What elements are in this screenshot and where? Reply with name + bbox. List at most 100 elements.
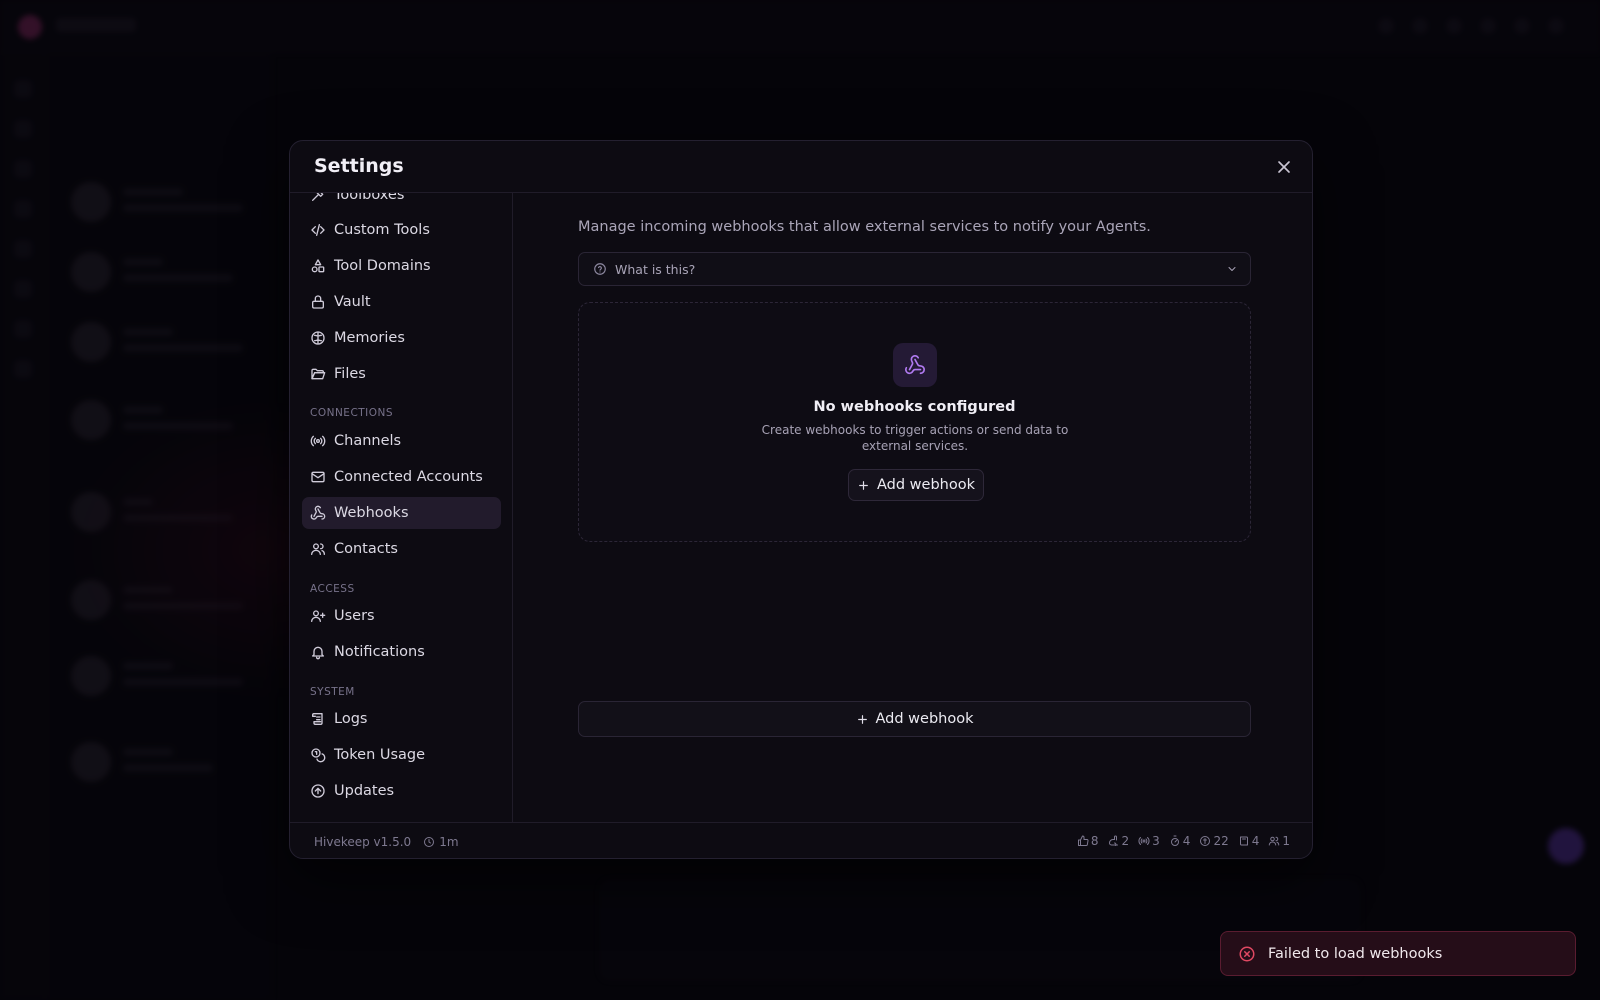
empty-state-icon-tile bbox=[893, 343, 937, 387]
sidebar-item-label: Files bbox=[334, 366, 366, 382]
empty-state-title: No webhooks configured bbox=[813, 399, 1016, 415]
stat-item: 8 bbox=[1077, 834, 1099, 848]
sidebar-item-vault[interactable]: Vault bbox=[302, 286, 501, 318]
sidebar-item-label: Notifications bbox=[334, 644, 425, 660]
stat-value: 8 bbox=[1090, 834, 1099, 848]
stat-value: 1 bbox=[1282, 834, 1290, 848]
stat-item: 3 bbox=[1138, 834, 1160, 848]
stat-item: 4 bbox=[1238, 834, 1260, 848]
help-circle-icon bbox=[593, 262, 607, 276]
stat-item: 22 bbox=[1199, 834, 1229, 848]
webhook-icon bbox=[310, 505, 326, 521]
sidebar-item-tool-domains[interactable]: Tool Domains bbox=[302, 250, 501, 282]
add-webhook-button[interactable]: Add webhook bbox=[848, 469, 984, 501]
version-label: Hivekeep v1.5.0 bbox=[314, 834, 412, 849]
webhook-icon bbox=[905, 355, 925, 375]
arrow-up-circle-icon bbox=[310, 783, 326, 799]
stat-value: 4 bbox=[1182, 834, 1191, 848]
sidebar-item-label: Token Usage bbox=[334, 747, 426, 763]
sidebar-item-label: Contacts bbox=[334, 541, 398, 557]
mail-icon bbox=[310, 469, 326, 485]
sidebar-item-memories[interactable]: Memories bbox=[302, 322, 501, 354]
sidebar-item-token-usage[interactable]: Token Usage bbox=[302, 739, 501, 771]
book-icon bbox=[1239, 836, 1248, 846]
sidebar-item-label: Logs bbox=[334, 711, 368, 727]
sidebar-item-notifications[interactable]: Notifications bbox=[302, 636, 501, 668]
sidebar-item-custom-tools[interactable]: Custom Tools bbox=[302, 214, 501, 246]
add-webhook-label: Add webhook bbox=[877, 477, 975, 493]
sidebar-item-channels[interactable]: Channels bbox=[302, 425, 501, 457]
user-plus-icon bbox=[310, 608, 326, 624]
sidebar-item-label: Tool Domains bbox=[334, 258, 431, 274]
sidebar-item-webhooks[interactable]: Webhooks bbox=[302, 497, 501, 529]
panel-description: Manage incoming webhooks that allow exte… bbox=[578, 219, 1151, 235]
folder-open-icon bbox=[310, 366, 326, 382]
section-label-system: SYSTEM bbox=[310, 686, 355, 698]
empty-state-subtitle: Create webhooks to trigger actions or se… bbox=[761, 423, 1069, 453]
sidebar-item-logs[interactable]: Logs bbox=[302, 703, 501, 735]
code-icon bbox=[310, 222, 326, 238]
bell-icon bbox=[310, 644, 326, 660]
sidebar-item-contacts[interactable]: Contacts bbox=[302, 533, 501, 565]
plus-icon bbox=[857, 479, 870, 492]
clock-icon bbox=[424, 836, 435, 847]
stat-value: 4 bbox=[1251, 834, 1260, 848]
webhooks-panel: Manage incoming webhooks that allow exte… bbox=[514, 193, 1312, 822]
lock-icon bbox=[310, 294, 326, 310]
uptime: 1m bbox=[423, 834, 459, 849]
close-button[interactable] bbox=[1274, 157, 1294, 177]
add-webhook-label: Add webhook bbox=[875, 711, 974, 727]
shapes-icon bbox=[310, 258, 326, 274]
radio-icon bbox=[1138, 837, 1150, 845]
stat-value: 22 bbox=[1213, 834, 1229, 848]
plus-icon bbox=[856, 713, 869, 726]
modal-footer: Hivekeep v1.5.0 1m 8 2 3 4 22 4 1 bbox=[290, 822, 1312, 858]
coins-icon bbox=[310, 747, 326, 763]
close-icon bbox=[1278, 161, 1290, 173]
modal-title: Settings bbox=[314, 155, 404, 177]
wrench-circle-icon bbox=[1200, 836, 1211, 846]
sidebar-item-label: Connected Accounts bbox=[334, 469, 483, 485]
sidebar-item-label: Memories bbox=[334, 330, 405, 346]
add-webhook-wide-button[interactable]: Add webhook bbox=[578, 701, 1251, 737]
sidebar-item-label: Updates bbox=[334, 783, 395, 799]
sidebar-item-label: Toolboxes bbox=[334, 193, 405, 203]
sidebar-item-label: Users bbox=[334, 608, 375, 624]
settings-sidebar: Toolboxes Custom Tools Tool Domains Vaul… bbox=[290, 193, 513, 822]
accordion-label: What is this? bbox=[615, 261, 696, 277]
sidebar-item-files[interactable]: Files bbox=[302, 358, 501, 390]
uptime-value: 1m bbox=[439, 834, 459, 849]
stat-item: 4 bbox=[1169, 834, 1191, 848]
sidebar-item-connected-accounts[interactable]: Connected Accounts bbox=[302, 461, 501, 493]
sidebar-item-label: Channels bbox=[334, 433, 402, 449]
sidebar-item-label: Webhooks bbox=[334, 505, 409, 521]
rabbit-icon bbox=[1108, 835, 1118, 846]
sidebar-item-label: Custom Tools bbox=[334, 222, 430, 238]
stat-value: 3 bbox=[1152, 834, 1160, 848]
radio-icon bbox=[310, 433, 326, 449]
toast-message: Failed to load webhooks bbox=[1268, 945, 1443, 962]
stat-item: 1 bbox=[1268, 834, 1290, 848]
timer-icon bbox=[1170, 835, 1179, 846]
settings-modal: Settings Toolboxes Custom Tools Tool Dom… bbox=[289, 140, 1313, 859]
modal-header: Settings bbox=[290, 141, 1312, 193]
section-label-access: ACCESS bbox=[310, 583, 355, 595]
empty-state: No webhooks configured Create webhooks t… bbox=[578, 302, 1251, 542]
chevron-down-icon bbox=[1226, 263, 1238, 275]
footer-stats: 8 2 3 4 22 4 1 bbox=[1077, 834, 1290, 848]
scroll-icon bbox=[310, 711, 326, 727]
sidebar-item-label: Vault bbox=[334, 294, 371, 310]
users-icon bbox=[310, 541, 326, 557]
users-icon bbox=[1269, 836, 1280, 846]
sidebar-item-users[interactable]: Users bbox=[302, 600, 501, 632]
what-is-this-accordion[interactable]: What is this? bbox=[578, 252, 1251, 286]
section-label-connections: CONNECTIONS bbox=[310, 407, 394, 419]
toolbox-icon bbox=[310, 193, 326, 203]
sidebar-item-toolboxes[interactable]: Toolboxes bbox=[302, 193, 501, 211]
sidebar-item-updates[interactable]: Updates bbox=[302, 775, 501, 807]
error-toast[interactable]: Failed to load webhooks bbox=[1220, 931, 1576, 976]
brain-icon bbox=[310, 330, 326, 346]
stat-item: 2 bbox=[1108, 834, 1129, 848]
thumbs-up-icon bbox=[1077, 835, 1089, 846]
x-circle-icon bbox=[1238, 945, 1256, 963]
